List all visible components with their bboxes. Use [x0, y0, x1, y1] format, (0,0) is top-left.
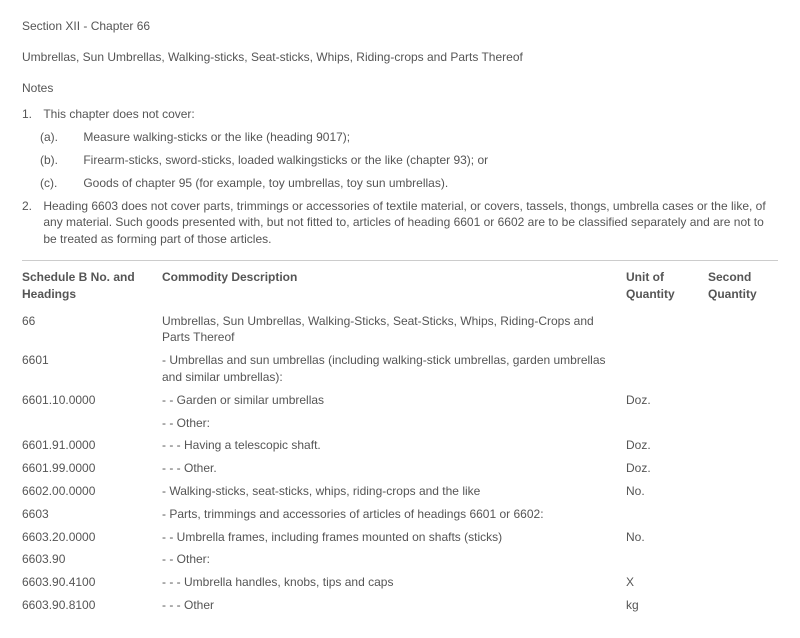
cell-desc: - Walking-sticks, seat-sticks, whips, ri…	[162, 483, 626, 500]
sub-label: (c).	[40, 175, 80, 192]
cell-desc: - - - Having a telescopic shaft.	[162, 437, 626, 454]
col-header-second: Second Quantity	[708, 269, 778, 303]
cell-second	[708, 483, 778, 500]
cell-desc: - - Umbrella frames, including frames mo…	[162, 529, 626, 546]
note-number: 2.	[22, 198, 40, 215]
notes-heading: Notes	[22, 80, 778, 97]
table-row: 6601- Umbrellas and sun umbrellas (inclu…	[22, 352, 778, 386]
cell-unit	[626, 415, 708, 432]
note-2: 2. Heading 6603 does not cover parts, tr…	[22, 198, 778, 248]
table-row: 6603.20.0000- - Umbrella frames, includi…	[22, 529, 778, 546]
cell-desc: - - Other:	[162, 415, 626, 432]
cell-unit: No.	[626, 529, 708, 546]
table-header-row: Schedule B No. and Headings Commodity De…	[22, 269, 778, 303]
cell-second	[708, 352, 778, 386]
cell-unit: No.	[626, 483, 708, 500]
table-row: 6602.00.0000- Walking-sticks, seat-stick…	[22, 483, 778, 500]
cell-code: 6601.10.0000	[22, 392, 162, 409]
note-1: 1. This chapter does not cover: (a). Mea…	[22, 106, 778, 191]
divider	[22, 260, 778, 261]
cell-unit: kg	[626, 597, 708, 614]
cell-desc: - - Garden or similar umbrellas	[162, 392, 626, 409]
cell-second	[708, 437, 778, 454]
cell-second	[708, 574, 778, 591]
cell-unit: X	[626, 574, 708, 591]
note-1a: (a). Measure walking-sticks or the like …	[22, 129, 778, 146]
table-row: 6601.91.0000- - - Having a telescopic sh…	[22, 437, 778, 454]
sub-text: Measure walking-sticks or the like (head…	[83, 129, 350, 146]
table-row: 6603.90.8100- - - Otherkg	[22, 597, 778, 614]
table-row: - - Other:	[22, 415, 778, 432]
table-row: 6603- Parts, trimmings and accessories o…	[22, 506, 778, 523]
cell-second	[708, 415, 778, 432]
cell-desc: - Parts, trimmings and accessories of ar…	[162, 506, 626, 523]
cell-unit	[626, 313, 708, 347]
cell-code: 6603.90.8100	[22, 597, 162, 614]
cell-code: 6601.91.0000	[22, 437, 162, 454]
col-header-unit: Unit of Quantity	[626, 269, 708, 303]
cell-unit: Doz.	[626, 392, 708, 409]
cell-unit	[626, 352, 708, 386]
cell-desc: - - - Umbrella handles, knobs, tips and …	[162, 574, 626, 591]
cell-unit: Doz.	[626, 460, 708, 477]
cell-code: 6603.90.4100	[22, 574, 162, 591]
cell-code: 6603	[22, 506, 162, 523]
section-description: Umbrellas, Sun Umbrellas, Walking-sticks…	[22, 49, 778, 66]
cell-second	[708, 460, 778, 477]
cell-unit: Doz.	[626, 437, 708, 454]
cell-second	[708, 506, 778, 523]
cell-second	[708, 597, 778, 614]
cell-second	[708, 313, 778, 347]
col-header-desc: Commodity Description	[162, 269, 626, 303]
cell-unit	[626, 506, 708, 523]
sub-label: (a).	[40, 129, 80, 146]
table-row: 66Umbrellas, Sun Umbrellas, Walking-Stic…	[22, 313, 778, 347]
sub-text: Goods of chapter 95 (for example, toy um…	[83, 175, 448, 192]
cell-desc: - - - Other	[162, 597, 626, 614]
sub-text: Firearm-sticks, sword-sticks, loaded wal…	[83, 152, 488, 169]
note-number: 1.	[22, 106, 40, 123]
cell-second	[708, 529, 778, 546]
table-body: 66Umbrellas, Sun Umbrellas, Walking-Stic…	[22, 313, 778, 614]
cell-code	[22, 415, 162, 432]
note-text: This chapter does not cover:	[43, 106, 773, 123]
note-1b: (b). Firearm-sticks, sword-sticks, loade…	[22, 152, 778, 169]
cell-code: 6601	[22, 352, 162, 386]
cell-code: 66	[22, 313, 162, 347]
cell-code: 6601.99.0000	[22, 460, 162, 477]
note-1c: (c). Goods of chapter 95 (for example, t…	[22, 175, 778, 192]
cell-code: 6602.00.0000	[22, 483, 162, 500]
cell-second	[708, 392, 778, 409]
cell-desc: - - - Other.	[162, 460, 626, 477]
table-row: 6601.10.0000- - Garden or similar umbrel…	[22, 392, 778, 409]
col-header-code: Schedule B No. and Headings	[22, 269, 162, 303]
cell-desc: Umbrellas, Sun Umbrellas, Walking-Sticks…	[162, 313, 626, 347]
section-title: Section XII - Chapter 66	[22, 18, 778, 35]
table-row: 6601.99.0000- - - Other.Doz.	[22, 460, 778, 477]
table-row: 6603.90.4100- - - Umbrella handles, knob…	[22, 574, 778, 591]
cell-code: 6603.20.0000	[22, 529, 162, 546]
sub-label: (b).	[40, 152, 80, 169]
cell-desc: - Umbrellas and sun umbrellas (including…	[162, 352, 626, 386]
note-text: Heading 6603 does not cover parts, trimm…	[43, 198, 773, 248]
